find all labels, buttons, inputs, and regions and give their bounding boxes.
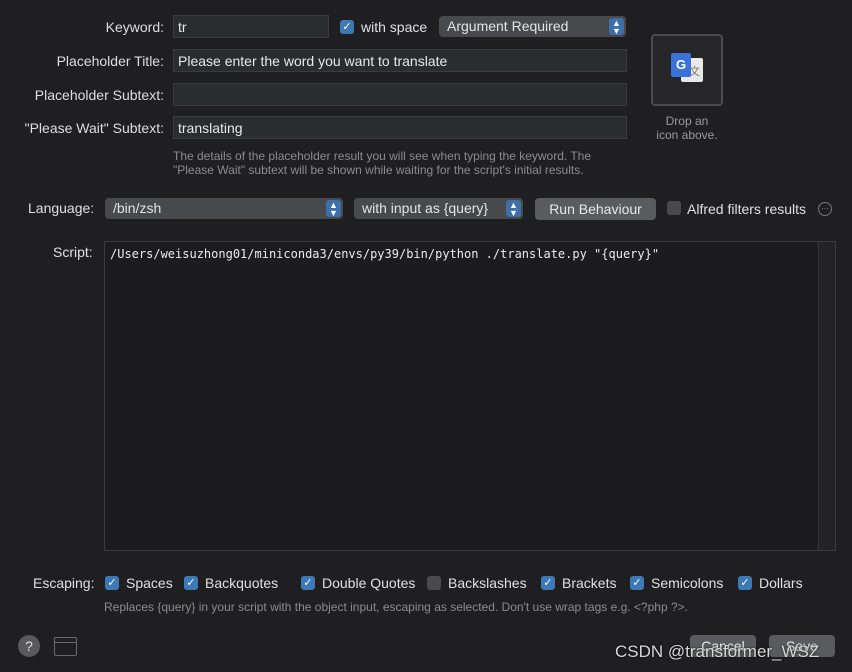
- escaping-option-label: Dollars: [759, 575, 803, 591]
- language-value: /bin/zsh: [113, 200, 162, 216]
- escaping-checkbox-spaces[interactable]: ✓: [105, 576, 119, 590]
- watermark: CSDN @transformer_WSZ: [615, 642, 820, 661]
- placeholder-title-label: Placeholder Title:: [56, 53, 164, 69]
- keyword-input[interactable]: tr: [173, 15, 329, 38]
- escaping-option-label: Semicolons: [651, 575, 724, 591]
- escaping-checkbox-brackets[interactable]: ✓: [541, 576, 555, 590]
- icon-hint-line2: icon above.: [656, 128, 718, 142]
- escaping-option-label: Double Quotes: [322, 575, 416, 591]
- argument-select-value: Argument Required: [447, 18, 569, 34]
- escaping-checkbox-double-quotes[interactable]: ✓: [301, 576, 315, 590]
- chevron-updown-icon: ▲ ▼: [609, 18, 624, 36]
- escaping-checkbox-dollars[interactable]: ✓: [738, 576, 752, 590]
- escaping-label: Escaping:: [33, 575, 95, 591]
- chevron-updown-icon: ▲ ▼: [326, 200, 341, 218]
- language-select[interactable]: /bin/zsh ▲ ▼: [105, 198, 343, 219]
- placeholder-subtext-input[interactable]: [173, 83, 627, 106]
- please-wait-label: "Please Wait" Subtext:: [24, 120, 164, 136]
- chevron-updown-icon: ▲ ▼: [506, 200, 521, 218]
- escaping-checkbox-semicolons[interactable]: ✓: [630, 576, 644, 590]
- escaping-option-label: Backslashes: [448, 575, 527, 591]
- with-space-label: with space: [361, 19, 428, 35]
- keyword-label: Keyword:: [105, 19, 164, 35]
- icon-well[interactable]: 文 G: [651, 34, 723, 106]
- script-text: /Users/weisuzhong01/miniconda3/envs/py39…: [110, 247, 660, 261]
- argument-select[interactable]: Argument Required ▲ ▼: [439, 16, 626, 37]
- input-mode-value: with input as {query}: [362, 200, 489, 216]
- escaping-checkbox-backquotes[interactable]: ✓: [184, 576, 198, 590]
- placeholder-hint: The details of the placeholder result yo…: [173, 149, 592, 177]
- input-mode-select[interactable]: with input as {query} ▲ ▼: [354, 198, 523, 219]
- alfred-filters-checkbox[interactable]: [667, 201, 681, 215]
- placeholder-title-input[interactable]: Please enter the word you want to transl…: [173, 49, 627, 72]
- escaping-hint: Replaces {query} in your script with the…: [104, 600, 688, 614]
- more-options-icon[interactable]: ···: [818, 202, 832, 216]
- escaping-option-label: Spaces: [126, 575, 173, 591]
- escaping-checkbox-backslashes[interactable]: [427, 576, 441, 590]
- run-behaviour-button[interactable]: Run Behaviour: [535, 198, 656, 220]
- help-button[interactable]: ?: [18, 635, 40, 657]
- script-label: Script:: [53, 244, 93, 260]
- script-scrollbar[interactable]: [818, 242, 835, 550]
- script-editor[interactable]: /Users/weisuzhong01/miniconda3/envs/py39…: [104, 241, 836, 551]
- icon-hint-line1: Drop an: [665, 114, 709, 128]
- alfred-filters-label: Alfred filters results: [687, 201, 807, 217]
- escaping-option-label: Brackets: [562, 575, 617, 591]
- with-space-checkbox[interactable]: ✓: [340, 20, 354, 34]
- placeholder-subtext-label: Placeholder Subtext:: [34, 87, 164, 103]
- language-label: Language:: [28, 200, 95, 216]
- folder-icon[interactable]: [54, 637, 77, 656]
- please-wait-input[interactable]: translating: [173, 116, 627, 139]
- icon-well-hint: Drop an icon above.: [640, 114, 734, 142]
- escaping-option-label: Backquotes: [205, 575, 279, 591]
- google-g-icon: G: [671, 53, 691, 77]
